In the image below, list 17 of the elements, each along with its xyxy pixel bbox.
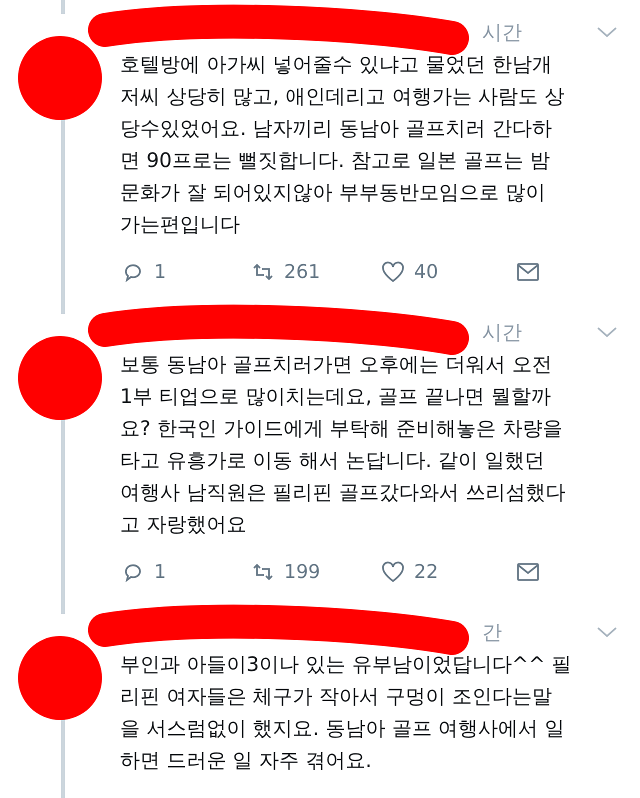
tweet-text: 호텔방에 아가씨 넣어줄수 있냐고 물었던 한남개 저씨 상당히 많고, 애인데리고 여행가는 사람도 상 당수있었어요. 남자끼리 동남아 골프치러 간다하 면 90프로는 뻘짓합니다. 참고로 일본 골프는 밤 문화가 잘 되어있지않아 부부동반모임으로 많이 가는편입니다: [120, 51, 566, 238]
tweet-text: 부인과 아들이3이나 있는 유부남이었답니다^^ 필 리핀 여자들은 체구가 작아서 구멍이 조인다는말 을 서스럼없이 했지요. 동남아 골프 여행사에서 일 하면 드러운 일 자주 겪어요.: [120, 651, 573, 774]
like-button[interactable]: 22: [380, 559, 515, 585]
chevron-down-icon[interactable]: [596, 25, 618, 39]
tweet-text: 보통 동남아 골프치러가면 오후에는 더워서 오전 1부 티업으로 많이치는데요, 골프 끝나면 뭘할까 요? 한국인 가이드에게 부탁해 준비해놓은 차량을 타고 유흥가로 이동 해서 논답니다. 같이 일했던 여행사 남직원은 필리핀 골프갔다와서 쓰리섬했다 고 자랑했어요: [120, 351, 566, 538]
chevron-down-icon[interactable]: [596, 325, 618, 339]
timestamp: 시간: [482, 318, 522, 346]
heart-icon: [380, 259, 406, 285]
like-button[interactable]: 40: [380, 259, 515, 285]
reply-button[interactable]: 1: [120, 559, 250, 585]
timestamp: 시간: [482, 18, 522, 46]
chevron-down-icon[interactable]: [596, 625, 618, 639]
reply-button[interactable]: 1: [120, 259, 250, 285]
retweet-button[interactable]: 199: [250, 559, 380, 585]
heart-icon: [380, 559, 406, 585]
retweet-button[interactable]: 261: [250, 259, 380, 285]
timestamp: 간: [482, 618, 502, 646]
